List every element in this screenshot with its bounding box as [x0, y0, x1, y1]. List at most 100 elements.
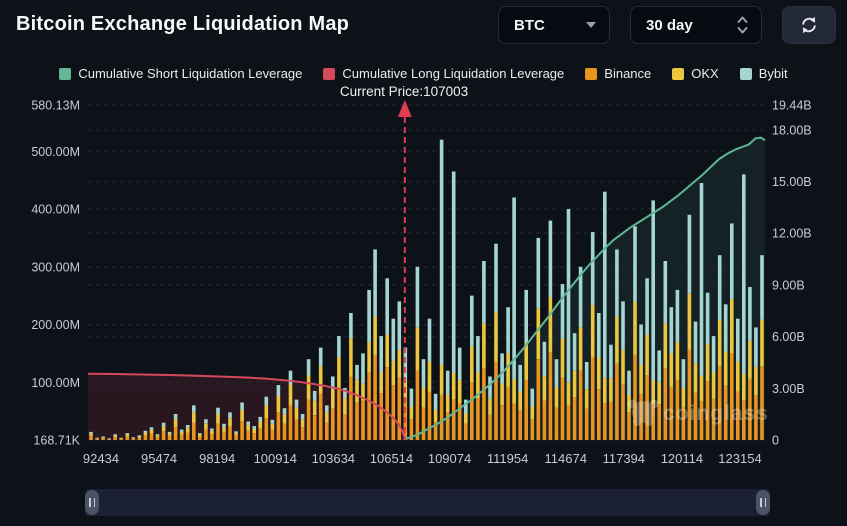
- legend-item-bybit[interactable]: Bybit: [740, 66, 788, 81]
- bar-segment: [609, 402, 613, 440]
- bar-segment: [512, 198, 516, 380]
- bar-segment: [736, 319, 740, 362]
- bar-segment: [234, 433, 238, 435]
- bar-segment: [240, 410, 244, 421]
- legend-item-cumulative-short[interactable]: Cumulative Short Liquidation Leverage: [59, 66, 302, 81]
- bar-segment: [488, 415, 492, 440]
- axis-tick-label: 109074: [428, 451, 471, 466]
- bar-segment: [567, 209, 571, 382]
- bar-segment: [246, 422, 250, 426]
- bar-segment: [591, 305, 595, 357]
- navigator-left-handle[interactable]: [85, 490, 99, 515]
- axis-tick-label: 168.71K: [33, 433, 80, 447]
- timeframe-select-label: 30 day: [646, 17, 693, 34]
- bar-segment: [664, 323, 668, 368]
- bar-segment: [113, 437, 117, 440]
- bar-segment: [379, 393, 383, 440]
- bar-segment: [222, 432, 226, 440]
- legend-item-okx[interactable]: OKX: [672, 66, 718, 81]
- bar-segment: [228, 418, 232, 426]
- bar-segment: [651, 200, 655, 380]
- bar-segment: [670, 353, 674, 387]
- legend-label: Cumulative Short Liquidation Leverage: [78, 66, 302, 81]
- bar-segment: [482, 323, 486, 368]
- bar-segment: [500, 405, 504, 440]
- bar-segment: [506, 353, 510, 387]
- bar-segment: [585, 409, 589, 440]
- bar-segment: [138, 438, 142, 440]
- axis-tick-label: 100.00M: [31, 376, 80, 390]
- axis-tick-label: 120114: [661, 451, 703, 466]
- bar-segment: [506, 387, 510, 440]
- bar-segment: [543, 377, 547, 401]
- bar-segment: [458, 380, 462, 403]
- axis-tick-label: 6.00B: [772, 330, 805, 344]
- bar-segment: [150, 427, 154, 429]
- bar-segment: [168, 432, 172, 434]
- navigator-right-handle[interactable]: [756, 490, 770, 515]
- bar-segment: [597, 357, 601, 389]
- bar-segment: [718, 255, 722, 320]
- bar-segment: [361, 401, 365, 440]
- bar-segment: [531, 407, 535, 420]
- axis-tick-label: 0: [772, 434, 779, 448]
- bar-segment: [277, 412, 281, 440]
- bar-segment: [724, 304, 728, 351]
- axis-tick-label: 106514: [370, 451, 413, 466]
- bar-segment: [95, 438, 99, 439]
- bar-segment: [174, 414, 178, 419]
- bar-segment: [174, 427, 178, 440]
- legend-item-cumulative-long[interactable]: Cumulative Long Liquidation Leverage: [323, 66, 564, 81]
- bar-segment: [385, 367, 389, 440]
- bar-segment: [633, 301, 637, 354]
- axis-tick-label: 3.00B: [772, 382, 805, 396]
- bar-segment: [156, 437, 160, 440]
- bar-segment: [89, 436, 93, 440]
- navigator-scrollbar[interactable]: [85, 489, 770, 516]
- bar-segment: [627, 371, 631, 395]
- chart-svg[interactable]: 580.13M500.00M400.00M300.00M200.00M100.0…: [0, 95, 847, 485]
- bar-segment: [132, 438, 136, 440]
- bar-segment: [367, 342, 371, 372]
- symbol-select[interactable]: BTC: [498, 6, 610, 44]
- bar-segment: [313, 415, 317, 440]
- bar-segment: [676, 342, 680, 380]
- bar-segment: [494, 244, 498, 313]
- bar-segment: [216, 408, 220, 414]
- bar-segment: [319, 348, 323, 367]
- axis-tick-label: 103634: [312, 451, 355, 466]
- bar-segment: [531, 389, 535, 407]
- bar-segment: [240, 421, 244, 440]
- bar-segment: [234, 431, 238, 433]
- bar-segment: [422, 408, 426, 440]
- bar-segment: [561, 378, 565, 440]
- legend-label: Binance: [604, 66, 651, 81]
- timeframe-select[interactable]: 30 day: [630, 6, 762, 44]
- bar-segment: [132, 438, 136, 439]
- bar-segment: [573, 333, 577, 371]
- bar-segment: [101, 437, 105, 438]
- bar-segment: [428, 392, 432, 441]
- bar-segment: [664, 261, 668, 323]
- bar-segment: [567, 405, 571, 440]
- bar-segment: [676, 290, 680, 343]
- liquidation-chart[interactable]: 580.13M500.00M400.00M300.00M200.00M100.0…: [0, 95, 847, 485]
- bar-segment: [615, 364, 619, 440]
- bar-segment: [488, 377, 492, 399]
- bar-segment: [754, 327, 758, 366]
- bar-segment: [307, 375, 311, 399]
- bar-segment: [392, 319, 396, 361]
- legend-item-binance[interactable]: Binance: [585, 66, 651, 81]
- bar-segment: [524, 380, 528, 440]
- bar-segment: [325, 405, 329, 412]
- refresh-button[interactable]: [782, 6, 836, 44]
- bar-segment: [331, 389, 335, 408]
- axis-tick-label: 500.00M: [31, 145, 80, 159]
- bar-segment: [730, 299, 734, 353]
- bar-segment: [452, 400, 456, 440]
- bar-segment: [742, 174, 746, 373]
- bar-segment: [186, 433, 190, 441]
- bar-segment: [289, 371, 293, 385]
- bar-segment: [101, 438, 105, 440]
- bar-segment: [748, 341, 752, 379]
